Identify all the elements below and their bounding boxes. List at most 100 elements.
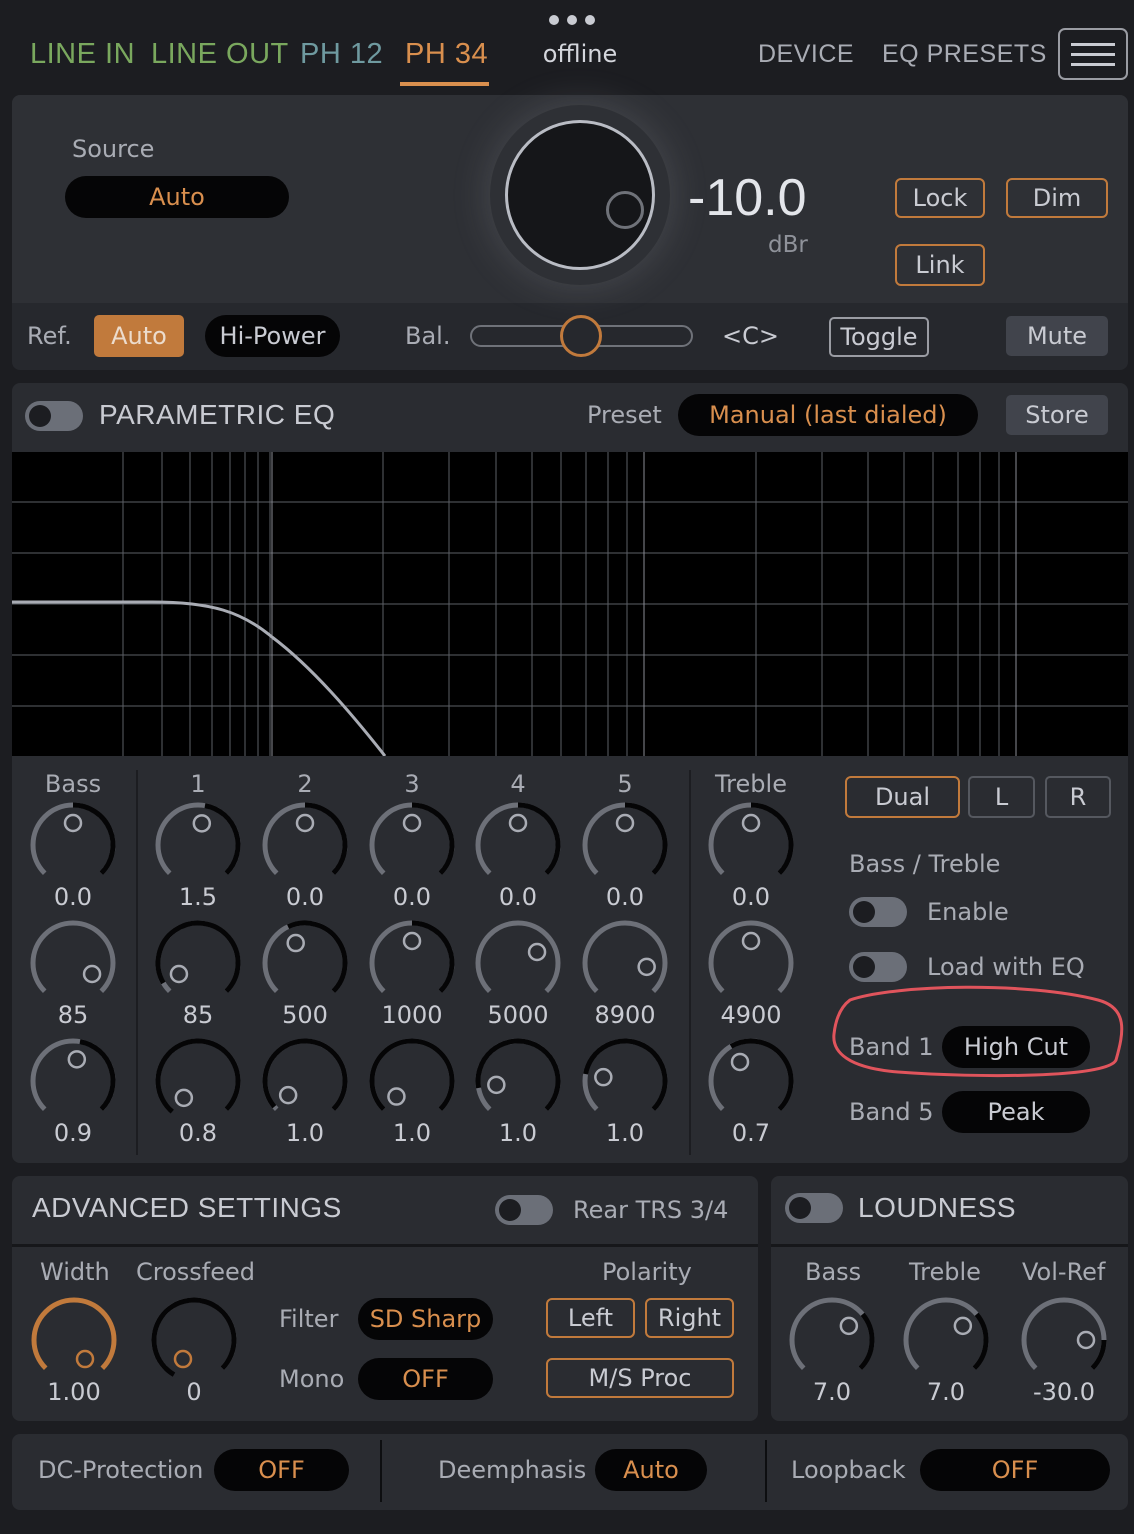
- eq-response-curve: [12, 600, 387, 757]
- load-with-eq-toggle[interactable]: [849, 952, 907, 982]
- eq-gain-knob[interactable]: [152, 799, 244, 891]
- loudness-treble-knob[interactable]: [900, 1294, 992, 1386]
- loudness-bass-label: Bass: [805, 1258, 862, 1286]
- eq-q-knob-value: 0.9: [53, 1119, 93, 1147]
- store-button[interactable]: Store: [1006, 395, 1108, 435]
- channel-r-button[interactable]: R: [1045, 776, 1111, 818]
- ms-proc-button[interactable]: M/S Proc: [546, 1358, 734, 1398]
- width-label: Width: [40, 1258, 110, 1286]
- eq-band-header: 4: [510, 770, 526, 798]
- eq-q-knob[interactable]: [366, 1035, 458, 1127]
- crossfeed-label: Crossfeed: [136, 1258, 256, 1286]
- footer-divider-1: [380, 1440, 382, 1502]
- eq-q-knob[interactable]: [705, 1035, 797, 1127]
- hamburger-menu-icon[interactable]: [1058, 28, 1128, 80]
- polarity-left-button[interactable]: Left: [546, 1298, 635, 1338]
- dc-protection-select[interactable]: OFF: [214, 1449, 349, 1491]
- link-button[interactable]: Link: [895, 244, 985, 286]
- source-label: Source: [72, 135, 155, 163]
- crossfeed-knob[interactable]: [148, 1294, 240, 1386]
- volume-knob[interactable]: [490, 105, 670, 285]
- eq-gain-knob[interactable]: [579, 799, 671, 891]
- eq-freq-knob[interactable]: [366, 917, 458, 1009]
- rear-trs-toggle[interactable]: [495, 1195, 553, 1225]
- eq-q-knob[interactable]: [579, 1035, 671, 1127]
- preset-label: Preset: [587, 401, 662, 429]
- eq-response-graph[interactable]: [12, 452, 1128, 757]
- mute-button[interactable]: Mute: [1006, 316, 1108, 356]
- eq-band-header: 2: [297, 770, 313, 798]
- eq-gain-knob-value: 0.0: [605, 883, 645, 911]
- tab-line-in[interactable]: LINE IN: [30, 38, 135, 71]
- eq-freq-knob[interactable]: [152, 917, 244, 1009]
- active-tab-underline: [400, 82, 489, 86]
- tab-line-out[interactable]: LINE OUT: [151, 38, 289, 71]
- channel-dual-button[interactable]: Dual: [845, 776, 960, 818]
- lock-button[interactable]: Lock: [895, 178, 985, 218]
- eq-band-header: 3: [404, 770, 420, 798]
- eq-gain-knob[interactable]: [259, 799, 351, 891]
- eq-gain-knob-value: 0.0: [53, 883, 93, 911]
- eq-freq-knob[interactable]: [705, 917, 797, 1009]
- eq-q-knob[interactable]: [259, 1035, 351, 1127]
- balance-slider-thumb[interactable]: [560, 315, 602, 357]
- loudness-treble-knob-value: 7.0: [926, 1378, 966, 1406]
- bass-treble-enable-toggle[interactable]: [849, 897, 907, 927]
- toggle-button[interactable]: Toggle: [829, 317, 929, 357]
- ellipsis-icon[interactable]: [549, 14, 595, 26]
- loudness-toggle[interactable]: [785, 1193, 843, 1223]
- preset-select[interactable]: Manual (last dialed): [678, 394, 978, 436]
- peq-title: PARAMETRIC EQ: [99, 399, 336, 430]
- advanced-divider: [12, 1244, 758, 1247]
- eq-freq-knob[interactable]: [27, 917, 119, 1009]
- loudness-bass-knob[interactable]: [786, 1294, 878, 1386]
- volume-knob-indicator: [606, 191, 644, 229]
- eq-gain-knob[interactable]: [705, 799, 797, 891]
- eq-freq-knob[interactable]: [579, 917, 671, 1009]
- nav-device[interactable]: DEVICE: [758, 40, 854, 69]
- eq-q-knob[interactable]: [27, 1035, 119, 1127]
- deemphasis-select[interactable]: Auto: [595, 1449, 707, 1491]
- eq-gain-knob[interactable]: [27, 799, 119, 891]
- ref-auto-button[interactable]: Auto: [94, 315, 184, 357]
- volume-unit: dBr: [768, 232, 808, 258]
- crossfeed-knob-value: 0: [186, 1378, 202, 1406]
- eq-divider-2: [689, 770, 691, 1155]
- eq-gain-knob[interactable]: [366, 799, 458, 891]
- width-knob[interactable]: [28, 1294, 120, 1386]
- source-select[interactable]: Auto: [65, 176, 289, 218]
- mono-select[interactable]: OFF: [358, 1358, 493, 1400]
- eq-freq-knob-value: 5000: [487, 1001, 549, 1029]
- balance-label: Bal.: [405, 322, 451, 350]
- polarity-right-button[interactable]: Right: [645, 1298, 734, 1338]
- mono-label: Mono: [279, 1365, 345, 1393]
- eq-freq-knob[interactable]: [259, 917, 351, 1009]
- volume-value: -10.0: [688, 169, 807, 227]
- filter-select[interactable]: SD Sharp: [358, 1298, 493, 1340]
- tab-ph-12[interactable]: PH 12: [300, 38, 383, 71]
- nav-eq-presets[interactable]: EQ PRESETS: [882, 40, 1047, 69]
- eq-q-knob[interactable]: [472, 1035, 564, 1127]
- eq-q-knob[interactable]: [152, 1035, 244, 1127]
- band5-label: Band 5: [849, 1098, 934, 1126]
- eq-q-knob-value: 1.0: [285, 1119, 325, 1147]
- eq-freq-knob-value: 500: [282, 1001, 328, 1029]
- band5-type-select[interactable]: Peak: [942, 1091, 1090, 1133]
- eq-q-knob-value: 0.7: [731, 1119, 771, 1147]
- hi-power-button[interactable]: Hi-Power: [205, 315, 340, 357]
- dim-button[interactable]: Dim: [1006, 178, 1108, 218]
- advanced-title: ADVANCED SETTINGS: [32, 1192, 342, 1223]
- loudness-volref-knob[interactable]: [1018, 1294, 1110, 1386]
- loudness-title: LOUDNESS: [858, 1192, 1017, 1223]
- loudness-volref-knob-value: -30.0: [1032, 1378, 1096, 1406]
- eq-q-knob-value: 0.8: [178, 1119, 218, 1147]
- tab-ph-34[interactable]: PH 34: [405, 38, 488, 71]
- channel-l-button[interactable]: L: [968, 776, 1035, 818]
- eq-gain-knob[interactable]: [472, 799, 564, 891]
- eq-freq-knob-value: 85: [182, 1001, 214, 1029]
- bass-treble-label: Bass / Treble: [849, 850, 1001, 878]
- eq-freq-knob[interactable]: [472, 917, 564, 1009]
- loopback-select[interactable]: OFF: [920, 1449, 1110, 1491]
- peq-enable-toggle[interactable]: [25, 401, 83, 431]
- eq-freq-knob-value: 4900: [720, 1001, 782, 1029]
